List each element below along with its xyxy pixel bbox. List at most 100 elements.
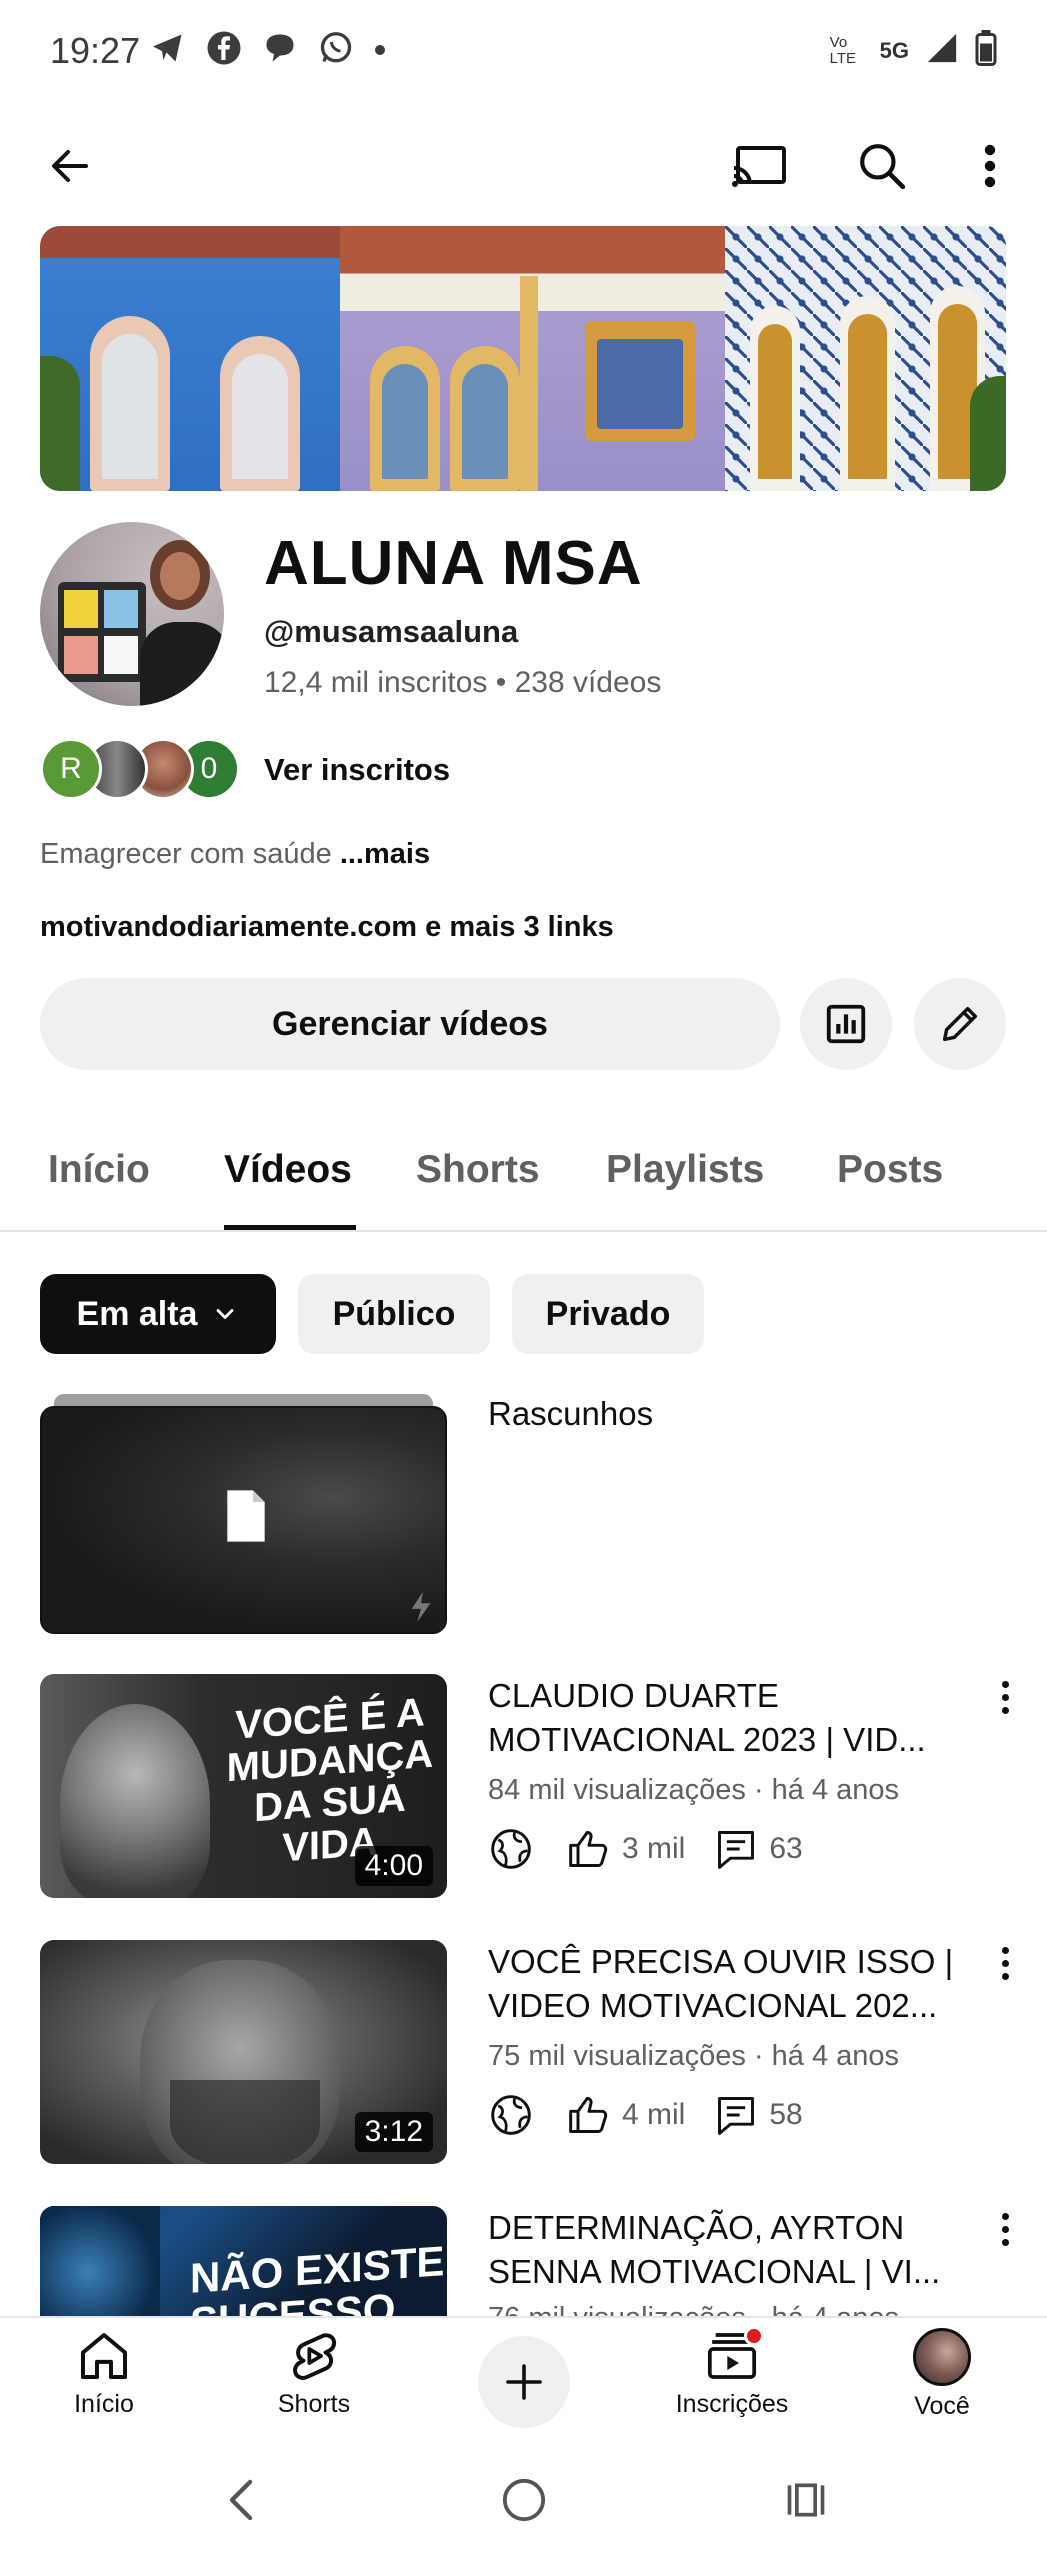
video-meta: 76 mil visualizações · há 4 anos <box>488 2302 899 2316</box>
back-button[interactable] <box>40 136 100 196</box>
subscriber-avatars[interactable]: R 0 <box>40 738 250 800</box>
video-options-button[interactable] <box>990 1938 1020 1988</box>
channel-links[interactable]: motivandodiariamente.com e mais 3 links <box>40 911 614 944</box>
channel-stats: 12,4 mil inscritos • 238 vídeos <box>264 666 662 699</box>
system-back-button[interactable] <box>210 2470 270 2530</box>
channel-avatar[interactable] <box>40 522 224 706</box>
flash-icon <box>411 1592 431 1622</box>
video-duration: 4:00 <box>354 1846 433 1886</box>
video-options-button[interactable] <box>990 2204 1020 2254</box>
network-label: 5G <box>879 38 909 63</box>
cast-icon <box>732 146 786 187</box>
tab-playlists[interactable]: Playlists <box>606 1148 764 1192</box>
video-title[interactable]: VOCÊ PRECISA OUVIR ISSO | VIDEO MOTIVACI… <box>488 1940 968 2028</box>
home-icon <box>81 2333 127 2379</box>
drafts-label[interactable]: Rascunhos <box>488 1392 968 1436</box>
view-subscribers-link[interactable]: Ver inscritos <box>264 752 450 788</box>
volte-label: Vo LTE <box>829 34 857 67</box>
tab-inicio[interactable]: Início <box>48 1148 150 1192</box>
nav-shorts[interactable]: Shorts <box>234 2328 394 2419</box>
thumbnail-text: NÃO EXISTE SUCESSO <box>190 2237 445 2316</box>
video-meta: 75 mil visualizações · há 4 anos <box>488 2040 900 2072</box>
video-thumbnail[interactable]: VOCÊ É A MUDANÇA DA SUA VIDA 4:00 <box>40 1674 447 1898</box>
whatsapp-icon <box>318 30 354 66</box>
banner-lilac-house <box>340 226 725 491</box>
chip-public[interactable]: Público <box>298 1274 490 1354</box>
video-thumbnail[interactable]: 3:12 <box>40 1940 447 2164</box>
like-count: 4 mil <box>622 2098 686 2131</box>
video-thumbnail[interactable]: NÃO EXISTE SUCESSO <box>40 2206 447 2316</box>
notification-icons <box>150 30 386 66</box>
manage-videos-button[interactable]: Gerenciar vídeos <box>40 978 780 1070</box>
chat-icon <box>262 30 298 66</box>
comment-icon <box>713 2092 759 2138</box>
avatar <box>913 2328 971 2386</box>
chip-private[interactable]: Privado <box>512 1274 704 1354</box>
facebook-icon <box>206 30 242 66</box>
comment-count: 63 <box>769 1832 803 1865</box>
main-link[interactable]: motivandodiariamente.com <box>40 911 417 943</box>
video-meta: 84 mil visualizações · há 4 anos <box>488 1774 900 1806</box>
video-options-button[interactable] <box>990 1672 1020 1722</box>
system-navigation-bar <box>0 2440 1047 2560</box>
telegram-icon <box>150 30 186 66</box>
video-title[interactable]: DETERMINAÇÃO, AYRTON SENNA MOTIVACIONAL … <box>488 2206 968 2294</box>
video-stats: 3 mil 63 <box>488 1826 803 1872</box>
drafts-thumbnail[interactable] <box>40 1394 447 1634</box>
channel-tabs: Início Vídeos Shorts Playlists Posts <box>0 1128 1047 1232</box>
system-home-button[interactable] <box>494 2470 554 2530</box>
globe-icon <box>488 2092 534 2138</box>
chevron-down-icon <box>217 1309 234 1319</box>
create-button[interactable] <box>478 2336 570 2428</box>
chip-sort-trending[interactable]: Em alta <box>40 1274 276 1354</box>
more-notifications-icon <box>374 30 386 66</box>
search-button[interactable] <box>852 136 912 196</box>
like-icon <box>566 2092 612 2138</box>
like-count: 3 mil <box>622 1832 686 1865</box>
edit-channel-button[interactable] <box>914 978 1006 1070</box>
tab-posts[interactable]: Posts <box>837 1148 943 1192</box>
description-text: Emagrecer com saúde <box>40 838 332 870</box>
status-time: 19:27 <box>50 30 141 71</box>
back-arrow-icon <box>52 150 88 182</box>
video-stats: 4 mil 58 <box>488 2092 803 2138</box>
more-links[interactable]: e mais 3 links <box>417 911 614 943</box>
chevron-left-icon <box>229 2479 253 2521</box>
video-duration: 3:12 <box>354 2112 433 2152</box>
analytics-icon <box>826 1004 866 1044</box>
banner-tile-house <box>725 226 1006 491</box>
shorts-icon <box>293 2333 337 2380</box>
tab-shorts[interactable]: Shorts <box>416 1148 540 1192</box>
plus-icon <box>506 2364 542 2400</box>
banner-blue-house <box>40 226 340 491</box>
active-tab-indicator <box>224 1225 356 1230</box>
channel-name: ALUNA MSA <box>264 529 643 598</box>
system-status: Vo LTE 5G <box>830 30 997 72</box>
notification-dot <box>744 2326 764 2346</box>
more-options-button[interactable] <box>960 136 1020 196</box>
comment-count: 58 <box>769 2098 803 2131</box>
channel-banner <box>40 226 1006 491</box>
comment-icon <box>713 1826 759 1872</box>
bottom-navigation: Início Shorts Inscrições Você <box>0 2316 1047 2440</box>
channel-handle: @musamsaaluna <box>264 614 519 649</box>
cast-button[interactable] <box>730 136 790 196</box>
document-icon <box>227 1490 265 1542</box>
globe-icon <box>488 1826 534 1872</box>
tab-videos[interactable]: Vídeos <box>224 1148 352 1192</box>
system-recents-button[interactable] <box>776 2470 836 2530</box>
channel-description[interactable]: Emagrecer com saúde ...mais <box>40 838 430 871</box>
description-more[interactable]: ...mais <box>340 838 430 870</box>
kebab-menu-icon <box>984 144 996 188</box>
signal-icon <box>925 31 959 71</box>
analytics-button[interactable] <box>800 978 892 1070</box>
nav-subscriptions[interactable]: Inscrições <box>652 2326 812 2419</box>
like-icon <box>566 1826 612 1872</box>
nav-you[interactable]: Você <box>862 2328 1022 2421</box>
video-title[interactable]: CLAUDIO DUARTE MOTIVACIONAL 2023 | VID..… <box>488 1674 968 1762</box>
search-icon <box>860 144 906 190</box>
nav-home[interactable]: Início <box>24 2328 184 2419</box>
circle-home-icon <box>502 2478 546 2522</box>
recent-apps-icon <box>787 2483 825 2517</box>
pencil-icon <box>942 1006 978 1042</box>
